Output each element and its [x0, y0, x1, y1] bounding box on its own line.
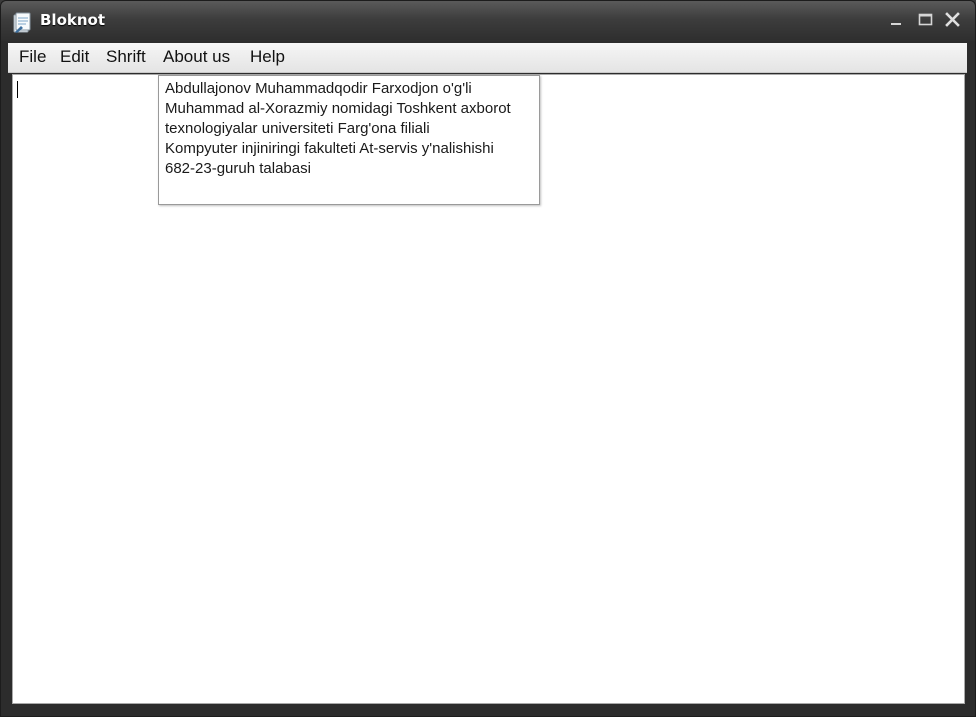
menu-file[interactable]: File: [19, 47, 46, 67]
menu-bar: File Edit Shrift About us Help: [8, 43, 967, 73]
window-bottom-border: [8, 706, 969, 714]
maximize-icon[interactable]: [916, 10, 936, 30]
text-editor[interactable]: Abdullajonov Muhammadqodir Farxodjon o'g…: [12, 74, 965, 704]
title-bar[interactable]: Bloknot: [1, 1, 975, 41]
about-line-faculty: Kompyuter injiniringi fakulteti At-servi…: [165, 140, 494, 157]
close-icon[interactable]: [943, 10, 963, 30]
about-line-branch: texnologiyalar universiteti Farg'ona fil…: [165, 120, 430, 137]
app-window: Bloknot File Edit Shrift About us Help A…: [0, 0, 976, 717]
menu-edit[interactable]: Edit: [60, 47, 89, 67]
about-line-group: 682-23-guruh talabasi: [165, 160, 311, 177]
menu-help[interactable]: Help: [250, 47, 285, 67]
about-line-name: Abdullajonov Muhammadqodir Farxodjon o'g…: [165, 80, 472, 97]
notepad-icon: [12, 12, 32, 34]
minimize-icon[interactable]: [887, 10, 907, 30]
about-line-university: Muhammad al-Xorazmiy nomidagi Toshkent a…: [165, 100, 511, 117]
menu-about-us[interactable]: About us: [163, 47, 230, 67]
about-us-popup: Abdullajonov Muhammadqodir Farxodjon o'g…: [158, 75, 540, 205]
text-caret: [17, 81, 18, 98]
window-title: Bloknot: [40, 11, 106, 29]
menu-shrift[interactable]: Shrift: [106, 47, 146, 67]
